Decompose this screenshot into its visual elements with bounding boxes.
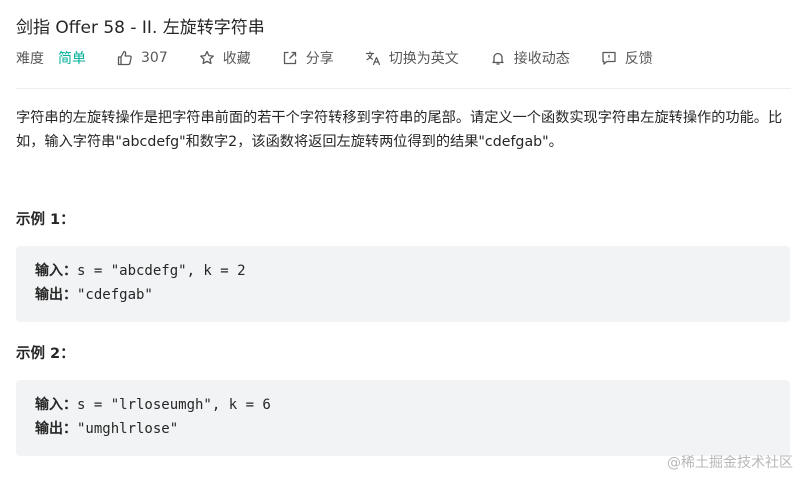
example-2-code-block: 输入： s = "lrloseumgh", k = 6 输出： "umghlrlos… xyxy=(16,380,790,456)
share-button[interactable]: 分享 xyxy=(281,48,334,68)
example-2-input-line: 输入： s = "lrloseumgh", k = 6 xyxy=(35,393,771,417)
star-icon xyxy=(198,49,216,67)
feedback-button[interactable]: 反馈 xyxy=(600,48,653,68)
translate-button[interactable]: 切换为英文 xyxy=(364,48,459,68)
example-2-input-value: s = "lrloseumgh", k = 6 xyxy=(77,397,271,413)
favorite-label: 收藏 xyxy=(222,51,251,67)
meta-divider xyxy=(16,88,791,89)
like-count: 307 xyxy=(141,50,168,66)
problem-title: 剑指 Offer 58 - II. 左旋转字符串 xyxy=(16,18,265,38)
example-1-title: 示例 1： xyxy=(16,212,75,228)
translate-label: 切换为英文 xyxy=(388,51,459,67)
example-2-output-line: 输出： "umghlrlose" xyxy=(35,417,771,441)
notify-button[interactable]: 接收动态 xyxy=(489,48,570,68)
difficulty-label: 难度 xyxy=(16,51,44,67)
example-2-output-key: 输出： xyxy=(35,421,77,437)
feedback-label: 反馈 xyxy=(624,51,653,67)
example-1-output-key: 输出： xyxy=(35,287,77,303)
problem-meta-bar: 难度 简单 307 收藏 分享 切换为英文 接收动态 反馈 xyxy=(16,48,653,68)
example-1-input-key: 输入： xyxy=(35,263,77,279)
example-1-output-line: 输出： "cdefgab" xyxy=(35,283,771,307)
feedback-icon xyxy=(600,49,618,67)
share-icon xyxy=(281,49,299,67)
notify-label: 接收动态 xyxy=(513,51,570,67)
example-2-title: 示例 2： xyxy=(16,346,75,362)
share-label: 分享 xyxy=(305,51,334,67)
bell-icon xyxy=(489,49,507,67)
example-1-input-line: 输入： s = "abcdefg", k = 2 xyxy=(35,259,771,283)
problem-description: 字符串的左旋转操作是把字符串前面的若干个字符转移到字符串的尾部。请定义一个函数实… xyxy=(16,110,783,150)
translate-icon xyxy=(364,49,382,67)
example-1-input-value: s = "abcdefg", k = 2 xyxy=(77,263,246,279)
example-1-code-block: 输入： s = "abcdefg", k = 2 输出： "cdefgab" xyxy=(16,246,790,322)
like-button[interactable]: 307 xyxy=(116,49,168,67)
example-2-input-key: 输入： xyxy=(35,397,77,413)
thumbs-up-icon xyxy=(116,49,134,67)
example-1-output-value: "cdefgab" xyxy=(77,287,153,303)
site-watermark: @稀土掘金技术社区 xyxy=(667,455,793,471)
example-2-output-value: "umghlrlose" xyxy=(77,421,179,437)
difficulty-badge: 简单 xyxy=(58,51,86,67)
favorite-button[interactable]: 收藏 xyxy=(198,48,251,68)
